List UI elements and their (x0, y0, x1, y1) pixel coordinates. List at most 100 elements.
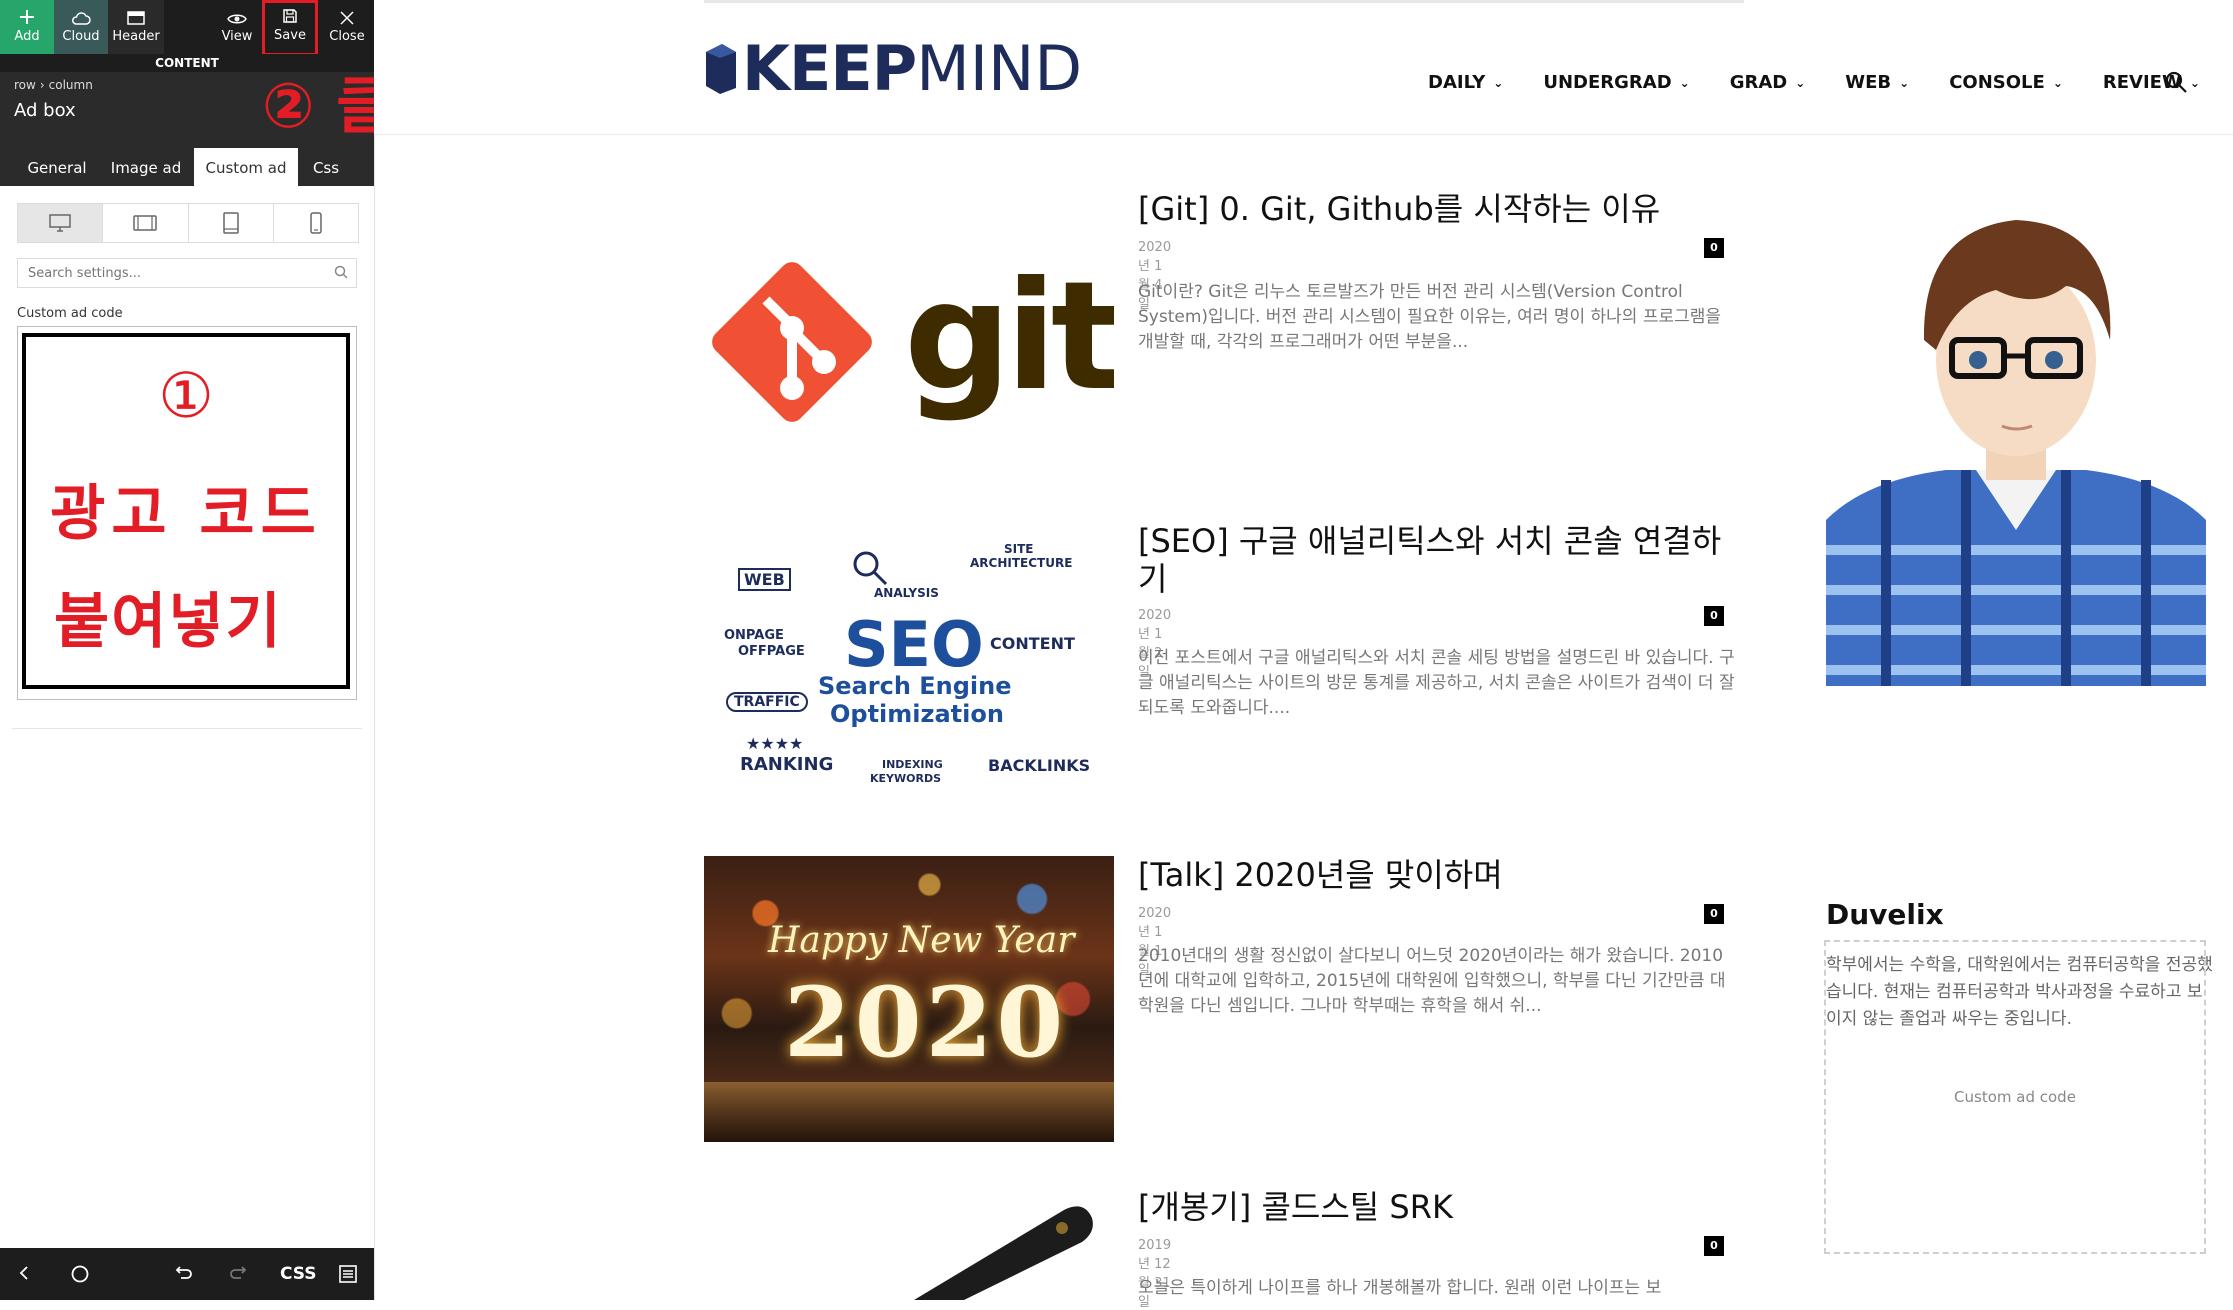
search-settings-input[interactable] (26, 259, 330, 287)
magnifier-icon (853, 551, 888, 586)
search-settings-field[interactable] (17, 258, 357, 288)
cloud-label: Cloud (62, 29, 100, 44)
seo-word-architecture: ARCHITECTURE (970, 556, 1073, 570)
site-search-button[interactable] (2164, 70, 2188, 98)
undo-icon (175, 1266, 192, 1279)
header-button[interactable]: Header (108, 0, 164, 54)
post-excerpt: 이전 포스트에서 구글 애널리틱스와 서치 콘솔 세팅 방법을 설명드린 바 있… (1138, 648, 1735, 718)
post-excerpt: Git이란? Git은 리누스 토르발즈가 만든 버전 관리 시스템(Versi… (1138, 282, 1722, 352)
editor-toolbar: Add Cloud Header View Save Close (0, 0, 374, 56)
tab-general[interactable]: General (14, 148, 100, 186)
post-title[interactable]: [Talk] 2020년을 맞이하며 (1138, 856, 1738, 894)
chevron-down-icon: ⌄ (1679, 75, 1690, 90)
site-logo[interactable]: KEEP MIND (704, 32, 1082, 105)
device-phone-button[interactable] (274, 204, 358, 242)
editor-bottom-bar: CSS (0, 1248, 374, 1300)
add-button[interactable]: Add (0, 0, 54, 54)
nav-grad[interactable]: GRAD ⌄ (1730, 72, 1806, 93)
view-label: View (221, 29, 253, 44)
custom-ad-code-textarea[interactable]: ① 광고 코드 붙여넣기 (17, 326, 357, 700)
step-one-marker: ① (158, 359, 214, 432)
seo-word-onpage: ONPAGE (724, 628, 784, 643)
logo-keep: KEEP (742, 31, 917, 105)
comment-count[interactable]: 0 (1704, 606, 1724, 626)
site-header (374, 0, 2233, 135)
seo-word-web: WEB (738, 568, 791, 591)
post-excerpt: 2010년대의 생활 정신없이 살다보니 어느덧 2020년이라는 해가 왔습니… (1138, 946, 1726, 1016)
nav-console[interactable]: CONSOLE ⌄ (1949, 72, 2063, 93)
seo-stars: ★★★★ (746, 734, 804, 753)
device-selector (17, 203, 359, 243)
module-title: Ad box (14, 100, 76, 121)
nav-undergrad-label: UNDERGRAD (1543, 72, 1672, 93)
newyear-year: 2020 (784, 966, 1068, 1079)
post-thumbnail-seo[interactable]: WEB ANALYSIS SITE ARCHITECTURE ONPAGE OF… (704, 522, 1114, 808)
logo-mind: MIND (916, 31, 1083, 105)
post-thumbnail-knife[interactable] (704, 1188, 1114, 1300)
post-title[interactable]: [SEO] 구글 애널리틱스와 서치 콘솔 연결하기 (1138, 522, 1738, 598)
nav-console-label: CONSOLE (1949, 72, 2045, 93)
undo-button[interactable] (174, 1264, 194, 1288)
cloud-button[interactable]: Cloud (54, 0, 108, 54)
logo-cube-icon (706, 44, 736, 94)
newyear-greeting: Happy New Year (768, 920, 1075, 961)
seo-word-search: Search Engine (818, 672, 1012, 700)
close-button[interactable]: Close (320, 0, 374, 54)
ad-placeholder[interactable]: Custom ad code (1824, 940, 2206, 1254)
comment-count[interactable]: 0 (1704, 904, 1724, 924)
nav-web[interactable]: WEB ⌄ (1845, 72, 1909, 93)
device-desktop-button[interactable] (18, 204, 104, 242)
seo-word-keywords: KEYWORDS (870, 772, 942, 785)
settings-tabs: General Image ad Custom ad Css (0, 148, 374, 186)
post-title[interactable]: [개봉기] 콜드스틸 SRK (1138, 1188, 1738, 1226)
post-thumbnail-newyear[interactable]: Happy New Year 2020 (704, 856, 1114, 1142)
breadcrumb: row › column (14, 78, 93, 92)
header-layout-icon (127, 11, 145, 25)
seo-word-ranking: RANKING (740, 754, 834, 775)
list-icon (339, 1265, 357, 1283)
seo-word-indexing: INDEXING (882, 758, 943, 771)
knife-image (914, 1206, 1093, 1300)
code-annotation-box: ① 광고 코드 붙여넣기 (22, 333, 350, 689)
nav-grad-label: GRAD (1729, 72, 1788, 93)
home-button[interactable] (70, 1264, 90, 1288)
post-title[interactable]: [Git] 0. Git, Github를 시작하는 이유 (1138, 190, 1738, 228)
comment-count[interactable]: 0 (1704, 238, 1724, 258)
eye-icon (227, 14, 247, 24)
redo-button[interactable] (228, 1264, 248, 1288)
cloud-icon (72, 12, 91, 25)
nav-daily[interactable]: DAILY ⌄ (1428, 72, 1503, 93)
chevron-down-icon: ⌄ (1899, 75, 1910, 90)
post-thumbnail-git[interactable]: git (704, 190, 1114, 476)
comment-count[interactable]: 0 (1704, 1236, 1724, 1256)
add-label: Add (14, 29, 40, 44)
chevron-left-icon (19, 1266, 28, 1280)
layers-button[interactable] (338, 1264, 358, 1288)
git-wordmark: git (904, 250, 1114, 424)
device-portrait-button[interactable] (189, 204, 274, 242)
close-icon (340, 11, 354, 25)
breadcrumb-row[interactable]: row (14, 78, 36, 92)
close-label: Close (329, 29, 365, 44)
seo-word-content: CONTENT (990, 634, 1075, 653)
nav-undergrad[interactable]: UNDERGRAD ⌄ (1543, 72, 1689, 93)
seo-word-site: SITE (1004, 542, 1034, 556)
tab-image-ad[interactable]: Image ad (100, 148, 192, 186)
main-nav: DAILY ⌄ UNDERGRAD ⌄ GRAD ⌄ WEB ⌄ CONSOLE ⌄ RE… (1428, 72, 2233, 93)
save-button[interactable]: Save (262, 0, 318, 56)
landscape-tablet-icon (133, 215, 158, 231)
author-avatar (1826, 190, 2206, 686)
device-landscape-button[interactable] (103, 204, 189, 242)
css-button[interactable]: CSS (280, 1264, 317, 1284)
seo-word-traffic: TRAFFIC (726, 692, 808, 712)
tab-custom-ad[interactable]: Custom ad (194, 148, 298, 186)
breadcrumb-column[interactable]: column (49, 78, 93, 92)
annotation-line-2: 붙여넣기 (54, 587, 283, 657)
circle-icon (71, 1265, 89, 1283)
tab-css[interactable]: Css (298, 148, 354, 186)
panel-divider (12, 728, 362, 729)
portrait-tablet-icon (222, 212, 239, 234)
view-button[interactable]: View (212, 0, 262, 54)
collapse-panel-button[interactable] (18, 1264, 30, 1286)
annotation-line-1: 광고 코드 (50, 479, 322, 549)
